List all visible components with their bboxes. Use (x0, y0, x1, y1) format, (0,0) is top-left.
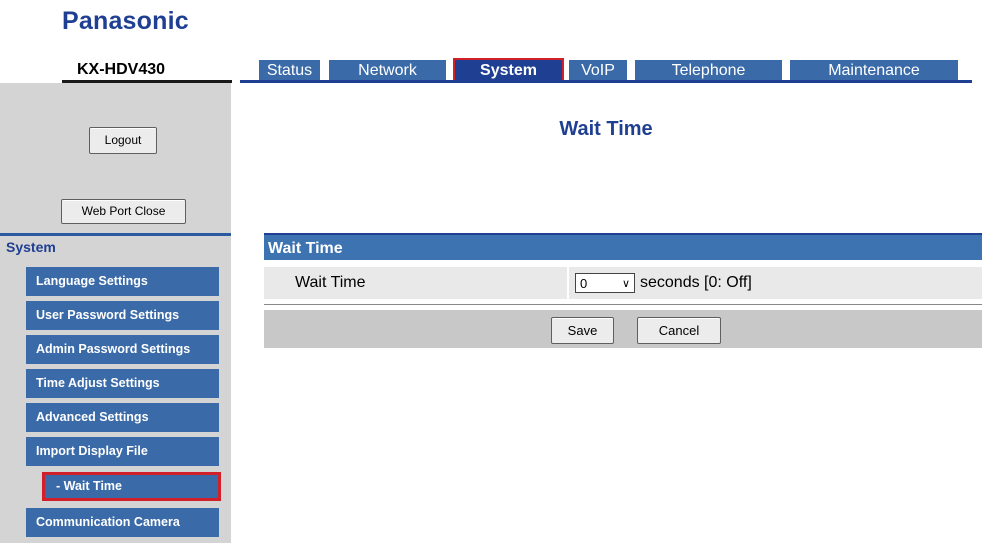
sidebar-item-user-password-settings[interactable]: User Password Settings (26, 301, 219, 330)
model-name: KX-HDV430 (77, 61, 166, 78)
tab-status[interactable]: Status (259, 60, 320, 81)
cancel-button[interactable]: Cancel (637, 317, 721, 344)
divider (264, 304, 982, 305)
wait-time-unit: seconds [0: Off] (640, 274, 752, 291)
save-button[interactable]: Save (551, 317, 614, 344)
tab-maintenance[interactable]: Maintenance (790, 60, 958, 81)
sidebar-item-import-display-file[interactable]: Import Display File (26, 437, 219, 466)
sidebar-item-advanced-settings[interactable]: Advanced Settings (26, 403, 219, 432)
panel-heading: Wait Time (264, 233, 982, 260)
sidebar-item-admin-password-settings[interactable]: Admin Password Settings (26, 335, 219, 364)
sidebar-item-language-settings[interactable]: Language Settings (26, 267, 219, 296)
sidebar-item-time-adjust-settings[interactable]: Time Adjust Settings (26, 369, 219, 398)
chevron-down-icon: ∨ (621, 278, 630, 290)
action-bar (264, 310, 982, 348)
sidebar-item-wait-time[interactable]: - Wait Time (42, 472, 221, 501)
wait-time-label: Wait Time (264, 267, 567, 299)
tab-network[interactable]: Network (329, 60, 446, 81)
wait-time-select[interactable]: 0 ∨ (575, 273, 635, 293)
sidebar-item-communication-camera[interactable]: Communication Camera (26, 508, 219, 537)
sidebar-heading: System (0, 233, 231, 255)
logout-button[interactable]: Logout (89, 127, 157, 154)
tab-telephone[interactable]: Telephone (635, 60, 782, 81)
tab-bar-underline (240, 80, 972, 83)
wait-time-selected-value: 0 (580, 276, 588, 291)
web-port-close-button[interactable]: Web Port Close (61, 199, 186, 224)
page-title: Wait Time (559, 118, 653, 140)
panasonic-logo: Panasonic (62, 7, 189, 35)
tab-voip[interactable]: VoIP (569, 60, 627, 81)
